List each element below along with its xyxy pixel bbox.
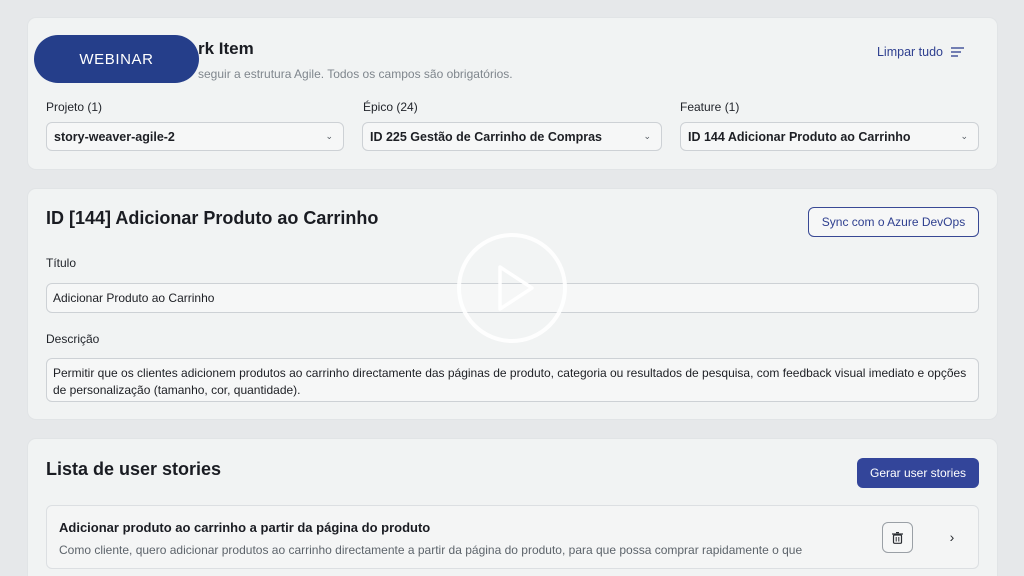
clear-all-label: Limpar tudo	[876, 45, 943, 59]
epic-label: Épico (24)	[363, 100, 418, 114]
epic-select[interactable]: ID 225 Gestão de Carrinho de Compras ⌄	[362, 122, 662, 151]
delete-story-button[interactable]	[882, 522, 913, 553]
description-textarea[interactable]: Permitir que os clientes adicionem produ…	[46, 358, 979, 402]
webinar-badge: WEBINAR	[34, 35, 199, 83]
user-stories-card: Lista de user stories Gerar user stories…	[28, 439, 997, 576]
title-label: Título	[46, 256, 77, 270]
sync-azure-devops-button[interactable]: Sync com o Azure DevOps	[808, 207, 979, 237]
chevron-right-icon[interactable]: ›	[944, 527, 960, 547]
clear-all-button[interactable]: Limpar tudo	[877, 45, 964, 59]
feature-label: Feature (1)	[680, 100, 740, 114]
epic-value: ID 225 Gestão de Carrinho de Compras	[370, 129, 603, 144]
trash-icon	[892, 531, 903, 544]
chevron-down-icon: ⌄	[325, 131, 333, 141]
play-icon[interactable]	[456, 232, 568, 344]
clear-list-icon	[951, 47, 964, 57]
page-subtitle: seguir a estrutura Agile. Todos os campo…	[198, 67, 513, 81]
page-title: rk Item	[198, 39, 254, 58]
feature-value: ID 144 Adicionar Produto ao Carrinho	[688, 129, 911, 144]
chevron-down-icon: ⌄	[643, 131, 651, 141]
chevron-down-icon: ⌄	[960, 131, 968, 141]
project-value: story-weaver-agile-2	[54, 129, 175, 144]
project-label: Projeto (1)	[46, 100, 103, 114]
story-title: Adicionar produto ao carrinho a partir d…	[59, 520, 431, 535]
feature-select[interactable]: ID 144 Adicionar Produto ao Carrinho ⌄	[680, 122, 979, 151]
project-select[interactable]: story-weaver-agile-2 ⌄	[46, 122, 344, 151]
generate-user-stories-button[interactable]: Gerar user stories	[857, 458, 979, 488]
story-description: Como cliente, quero adicionar produtos a…	[59, 543, 803, 557]
feature-heading: ID [144] Adicionar Produto ao Carrinho	[46, 208, 379, 228]
description-label: Descrição	[46, 332, 100, 346]
stories-heading: Lista de user stories	[46, 459, 222, 479]
list-item[interactable]: Adicionar produto ao carrinho a partir d…	[46, 505, 979, 569]
